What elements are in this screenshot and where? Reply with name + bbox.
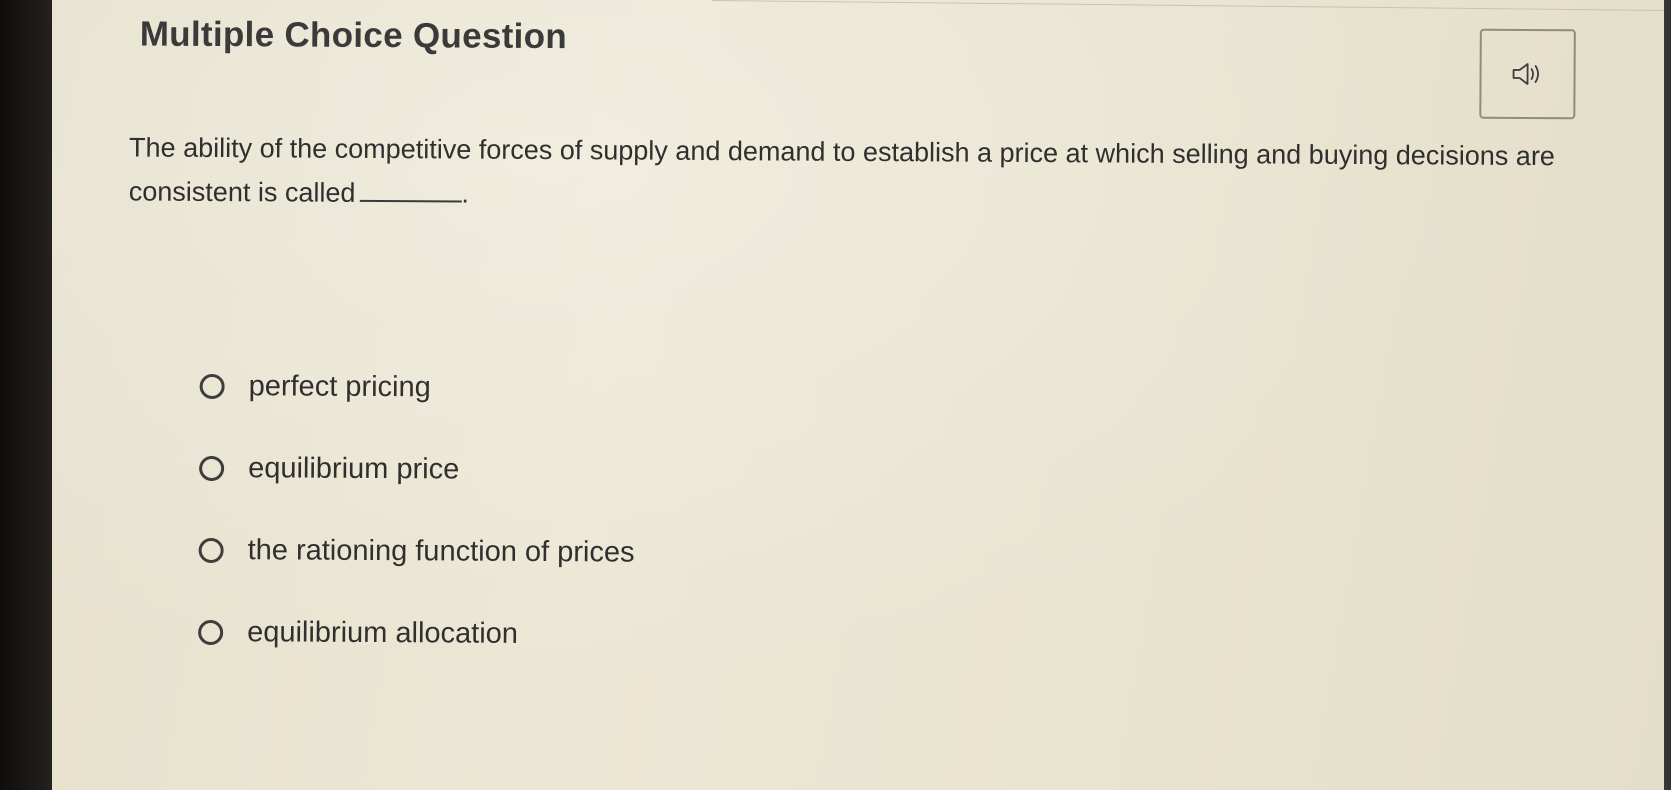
option-label: the rationing function of prices <box>247 533 635 569</box>
option-equilibrium-price[interactable]: equilibrium price <box>199 448 635 491</box>
question-panel: Multiple Choice Question The ability of … <box>52 0 1671 790</box>
page-title: Multiple Choice Question <box>139 14 568 57</box>
quiz-screen: Multiple Choice Question The ability of … <box>52 0 1671 790</box>
question-text: The ability of the competitive forces of… <box>128 132 1555 208</box>
question-prompt: The ability of the competitive forces of… <box>129 125 1590 222</box>
speaker-icon <box>1510 61 1544 87</box>
radio-button[interactable] <box>198 537 224 563</box>
option-perfect-pricing[interactable]: perfect pricing <box>199 366 636 409</box>
radio-button[interactable] <box>199 373 225 399</box>
radio-button[interactable] <box>199 455 225 481</box>
option-rationing-function[interactable]: the rationing function of prices <box>198 530 635 573</box>
option-label: perfect pricing <box>248 369 431 403</box>
answer-blank <box>359 175 462 203</box>
screen-bezel-left <box>0 0 52 790</box>
option-label: equilibrium price <box>248 451 460 485</box>
question-terminal: . <box>461 178 470 209</box>
option-equilibrium-allocation[interactable]: equilibrium allocation <box>198 612 634 655</box>
answer-options: perfect pricing equilibrium price the ra… <box>198 366 636 697</box>
option-label: equilibrium allocation <box>247 615 519 650</box>
audio-read-aloud-button[interactable] <box>1479 28 1576 120</box>
radio-button[interactable] <box>198 619 224 645</box>
screen-bezel-right <box>1664 0 1671 790</box>
